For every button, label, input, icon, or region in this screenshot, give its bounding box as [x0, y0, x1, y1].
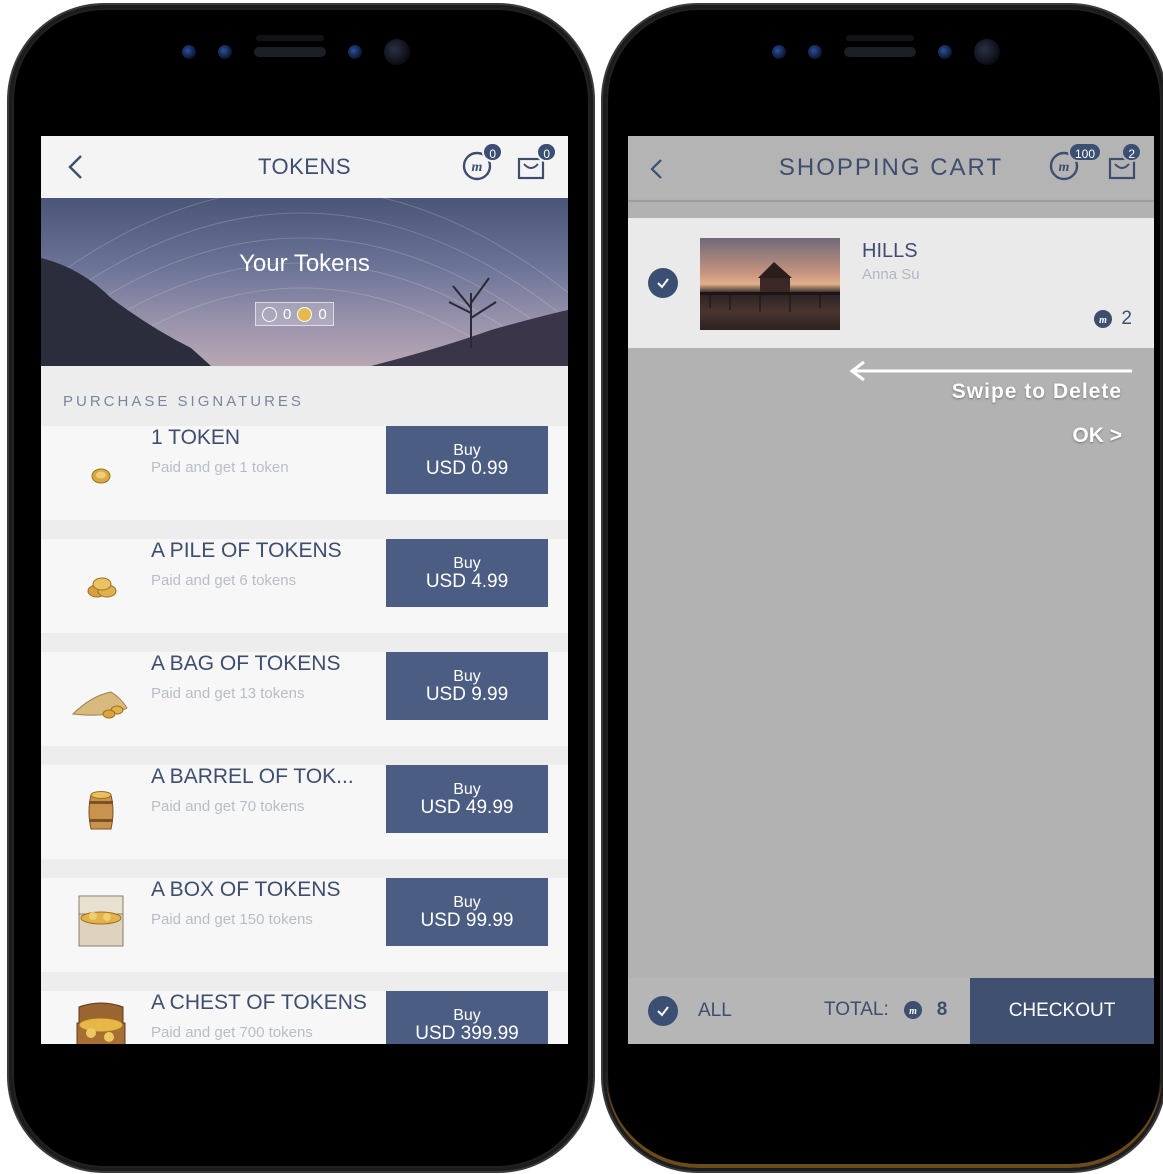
front-sensor	[348, 45, 362, 59]
buy-price: USD 0.99	[425, 458, 509, 479]
front-sensor	[182, 45, 196, 59]
lake-house-image-icon	[700, 262, 840, 312]
item-name: A PILE OF TOKENS	[151, 539, 342, 562]
m-balance-value: 0	[283, 305, 292, 323]
cart-badge: 2	[1121, 142, 1142, 162]
buy-price: USD 99.99	[420, 910, 514, 931]
phone-notch	[182, 32, 410, 72]
buy-price: USD 49.99	[420, 797, 514, 818]
item-description: Paid and get 150 tokens	[151, 911, 313, 928]
front-sensor	[938, 45, 952, 59]
item-description: Paid and get 70 tokens	[151, 798, 305, 815]
item-name: A CHEST OF TOKENS	[151, 991, 367, 1014]
m-token-icon: m	[1094, 310, 1113, 328]
tokens-hero-banner: Your Tokens 0 0	[41, 198, 568, 366]
m-token-icon: m	[903, 1001, 922, 1019]
total-label: TOTAL:	[824, 999, 889, 1020]
coin-pile-icon	[87, 577, 117, 598]
single-coin-icon	[91, 468, 111, 484]
cart-footer: ALL TOTAL: m 8 CHECKOUT	[628, 978, 1154, 1044]
front-sensor	[808, 45, 822, 59]
cart-screen: SHOPPING CART m 100 2 HILLS Anna Su m 2	[628, 136, 1154, 1044]
buy-button[interactable]: Buy USD 49.99	[386, 765, 548, 833]
buy-price: USD 9.99	[425, 684, 509, 705]
svg-text:m: m	[1059, 160, 1070, 175]
list-item: A CHEST OF TOKENS Paid and get 700 token…	[41, 991, 568, 1044]
cart-button[interactable]: 0	[515, 142, 557, 182]
buy-button[interactable]: Buy USD 4.99	[386, 539, 548, 607]
item-select-checkbox[interactable]	[648, 268, 678, 298]
earpiece-speaker	[844, 47, 916, 57]
ok-button[interactable]: OK >	[1072, 424, 1122, 448]
cart-badge: 0	[536, 142, 557, 162]
swipe-hint: Swipe to Delete	[951, 380, 1122, 403]
section-label: PURCHASE SIGNATURES	[63, 393, 304, 410]
item-description: Paid and get 1 token	[151, 459, 289, 476]
item-name: A BAG OF TOKENS	[151, 652, 341, 675]
tokens-navbar: TOKENS m 0 0	[41, 136, 568, 198]
list-item: 1 TOKEN Paid and get 1 token Buy USD 0.99	[41, 426, 568, 520]
artwork-title: HILLS	[862, 240, 918, 262]
m-token-badge: 0	[482, 142, 503, 162]
checkmark-icon	[657, 1006, 669, 1017]
m-token-badge: 100	[1067, 142, 1102, 162]
item-description: Paid and get 6 tokens	[151, 572, 297, 589]
list-item: A PILE OF TOKENS Paid and get 6 tokens B…	[41, 539, 568, 633]
coin-balance-value: 0	[318, 305, 327, 323]
buy-button[interactable]: Buy USD 0.99	[386, 426, 548, 494]
total-display: TOTAL: m 8	[824, 999, 947, 1021]
coin-icon	[297, 306, 313, 322]
night-sky-landscape-icon	[41, 198, 568, 366]
tokens-screen: TOKENS m 0 0 Your Tokens 0 0 PURCHASE SI…	[41, 136, 568, 1044]
m-token-button[interactable]: m 100	[1048, 142, 1102, 182]
buy-button[interactable]: Buy USD 399.99	[386, 991, 548, 1044]
checkout-button[interactable]: CHECKOUT	[970, 978, 1154, 1044]
cart-item-row[interactable]: HILLS Anna Su m 2	[628, 218, 1154, 348]
phone-frame-tokens: TOKENS m 0 0 Your Tokens 0 0 PURCHASE SI…	[12, 8, 590, 1168]
buy-button[interactable]: Buy USD 9.99	[386, 652, 548, 720]
checkmark-icon	[657, 278, 669, 289]
front-camera	[974, 39, 1000, 65]
artist-name: Anna Su	[862, 266, 920, 283]
item-description: Paid and get 13 tokens	[151, 685, 305, 702]
item-name: A BARREL OF TOK...	[151, 765, 354, 788]
divider	[628, 200, 1154, 202]
list-item: A BARREL OF TOK... Paid and get 70 token…	[41, 765, 568, 859]
m-token-button[interactable]: m 0	[461, 142, 503, 182]
cart-button[interactable]: 2	[1106, 142, 1142, 182]
front-camera	[384, 39, 410, 65]
phone-notch	[772, 32, 1000, 72]
coin-bag-icon	[71, 691, 128, 719]
front-sensor	[772, 45, 786, 59]
list-item: A BAG OF TOKENS Paid and get 13 tokens B…	[41, 652, 568, 746]
total-value: 8	[936, 999, 948, 1020]
select-all-label[interactable]: ALL	[698, 1000, 732, 1022]
buy-price: USD 399.99	[415, 1023, 519, 1044]
front-sensor	[218, 45, 232, 59]
your-tokens-title: Your Tokens	[239, 250, 370, 277]
buy-price: USD 4.99	[425, 571, 509, 592]
phone-frame-cart: SHOPPING CART m 100 2 HILLS Anna Su m 2	[606, 8, 1162, 1168]
earpiece-speaker	[254, 47, 326, 57]
item-description: Paid and get 700 tokens	[151, 1024, 313, 1041]
price-value: 2	[1121, 308, 1132, 329]
select-all-checkbox[interactable]	[648, 996, 678, 1026]
coin-box-icon	[78, 895, 124, 947]
item-name: A BOX OF TOKENS	[151, 878, 341, 901]
svg-text:m: m	[472, 160, 483, 175]
svg-text:m: m	[1100, 315, 1108, 326]
item-price: m 2	[1093, 308, 1132, 330]
list-item: A BOX OF TOKENS Paid and get 150 tokens …	[41, 878, 568, 972]
svg-text:m: m	[909, 1006, 917, 1017]
token-balance: 0 0	[255, 302, 334, 326]
treasure-chest-icon	[76, 1002, 126, 1044]
buy-button[interactable]: Buy USD 99.99	[386, 878, 548, 946]
m-token-icon	[262, 306, 277, 322]
artwork-thumbnail	[700, 238, 840, 330]
item-name: 1 TOKEN	[151, 426, 241, 449]
cart-navbar: SHOPPING CART m 100 2	[628, 136, 1154, 198]
coin-barrel-icon	[88, 791, 114, 830]
